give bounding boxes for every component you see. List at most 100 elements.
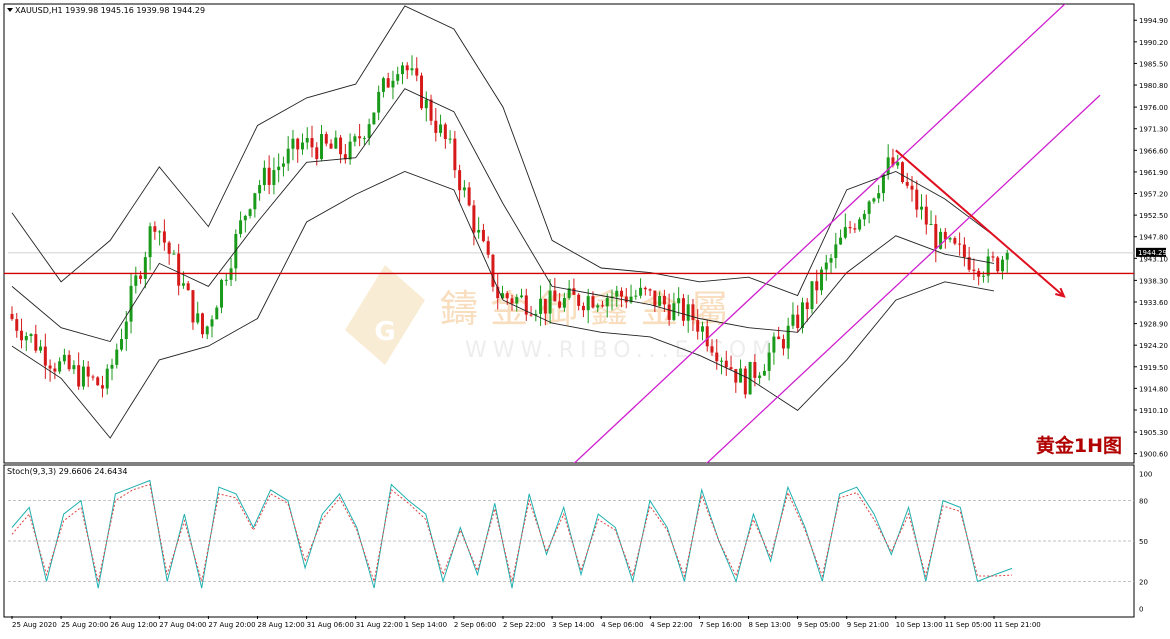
x-tick-label: 3 Sep 14:00 xyxy=(552,621,594,629)
candle-body xyxy=(848,227,852,229)
candle-body xyxy=(291,138,295,149)
y-tick-label: 1952.50 xyxy=(1139,212,1168,220)
candle-body xyxy=(910,185,914,190)
candle-body xyxy=(539,298,543,314)
stoch-y-tick-label: 50 xyxy=(1139,538,1148,546)
candle-body xyxy=(858,219,862,230)
x-tick-label: 1 Sep 14:00 xyxy=(405,621,447,629)
candle-body xyxy=(686,304,690,321)
y-tick-label: 1980.80 xyxy=(1139,82,1168,90)
candle-body xyxy=(472,205,476,233)
candle-body xyxy=(310,137,314,148)
candle-body xyxy=(358,136,362,139)
x-tick-label: 27 Aug 20:00 xyxy=(208,621,255,629)
candle-body xyxy=(462,187,466,191)
candle-body xyxy=(272,170,276,185)
candle-body xyxy=(143,257,147,279)
candle-body xyxy=(639,287,643,296)
candle-body xyxy=(62,354,66,362)
main-header: XAUUSD,H1 1939.98 1945.16 1939.98 1944.2… xyxy=(7,6,205,15)
y-tick-label: 1971.30 xyxy=(1139,126,1168,134)
candle-body xyxy=(605,297,609,307)
candle-body xyxy=(815,281,819,291)
candle-body xyxy=(220,279,224,308)
candle-body xyxy=(86,366,90,377)
candle-body xyxy=(24,336,28,341)
candle-body xyxy=(362,138,366,140)
candle-body xyxy=(139,275,143,279)
candle-body xyxy=(824,262,828,270)
candle-body xyxy=(920,206,924,210)
candle-body xyxy=(553,290,557,302)
y-tick-label: 1994.90 xyxy=(1139,17,1168,25)
candle-body xyxy=(662,295,666,305)
candle-body xyxy=(543,298,547,314)
candle-body xyxy=(591,296,595,308)
candle-body xyxy=(115,349,119,365)
candle-body xyxy=(120,339,124,350)
candle-body xyxy=(839,237,843,245)
candle-body xyxy=(367,124,371,139)
y-tick-label: 1919.50 xyxy=(1139,364,1168,372)
candle-body xyxy=(324,134,328,144)
candle-body xyxy=(700,326,704,332)
watermark-logo-letter: G xyxy=(374,317,395,347)
candle-body xyxy=(381,78,385,92)
candle-body xyxy=(105,368,109,389)
candle-body xyxy=(43,346,47,366)
candle-body xyxy=(410,68,414,71)
candle-body xyxy=(896,162,900,166)
watermark-url: WWW.RIBO...E.COM xyxy=(465,338,777,363)
candle-body xyxy=(829,258,833,263)
candle-body xyxy=(167,242,171,254)
y-tick-label: 1933.60 xyxy=(1139,299,1168,307)
candle-body xyxy=(39,346,43,351)
candle-body xyxy=(743,368,747,395)
candle-body xyxy=(667,304,671,320)
candle-body xyxy=(600,305,604,307)
candle-body xyxy=(958,243,962,245)
candle-body xyxy=(196,313,200,323)
candle-body xyxy=(820,269,824,291)
candle-body xyxy=(29,334,33,337)
candle-body xyxy=(753,361,757,378)
x-tick-label: 25 Aug 20:00 xyxy=(61,621,108,629)
annotation-label: 黄金1H图 xyxy=(1036,434,1122,457)
candle-body xyxy=(339,137,343,155)
y-tick-label: 1947.80 xyxy=(1139,234,1168,242)
y-tick-label: 1900.60 xyxy=(1139,451,1168,459)
candle-body xyxy=(705,326,709,347)
candle-body xyxy=(100,385,104,389)
candle-body xyxy=(872,198,876,202)
candle-body xyxy=(734,369,738,383)
x-tick-label: 4 Sep 06:00 xyxy=(601,621,643,629)
x-tick-label: 31 Aug 06:00 xyxy=(307,621,354,629)
candle-body xyxy=(653,290,657,306)
candle-body xyxy=(34,334,38,351)
candle-body xyxy=(505,293,509,299)
candle-body xyxy=(305,137,309,143)
candle-body xyxy=(315,147,319,160)
y-tick-label: 1938.30 xyxy=(1139,277,1168,285)
candle-body xyxy=(48,365,52,369)
candle-body xyxy=(996,257,1000,272)
candle-body xyxy=(834,244,838,259)
candle-body xyxy=(924,206,928,225)
x-tick-label: 28 Aug 12:00 xyxy=(258,621,305,629)
candle-body xyxy=(586,296,590,311)
y-tick-label: 1976.00 xyxy=(1139,104,1168,112)
candle-body xyxy=(562,297,566,308)
candle-body xyxy=(853,228,857,230)
candle-body xyxy=(962,244,966,258)
candle-body xyxy=(905,182,909,186)
candle-body xyxy=(529,314,533,316)
candle-body xyxy=(296,138,300,150)
candle-body xyxy=(396,74,400,81)
candle-body xyxy=(300,142,304,150)
y-tick-label: 1905.30 xyxy=(1139,429,1168,437)
candle-body xyxy=(243,215,247,221)
x-tick-label: 26 Aug 12:00 xyxy=(110,621,157,629)
x-tick-label: 8 Sep 13:00 xyxy=(749,621,791,629)
candle-body xyxy=(581,305,585,311)
candle-body xyxy=(81,366,85,387)
